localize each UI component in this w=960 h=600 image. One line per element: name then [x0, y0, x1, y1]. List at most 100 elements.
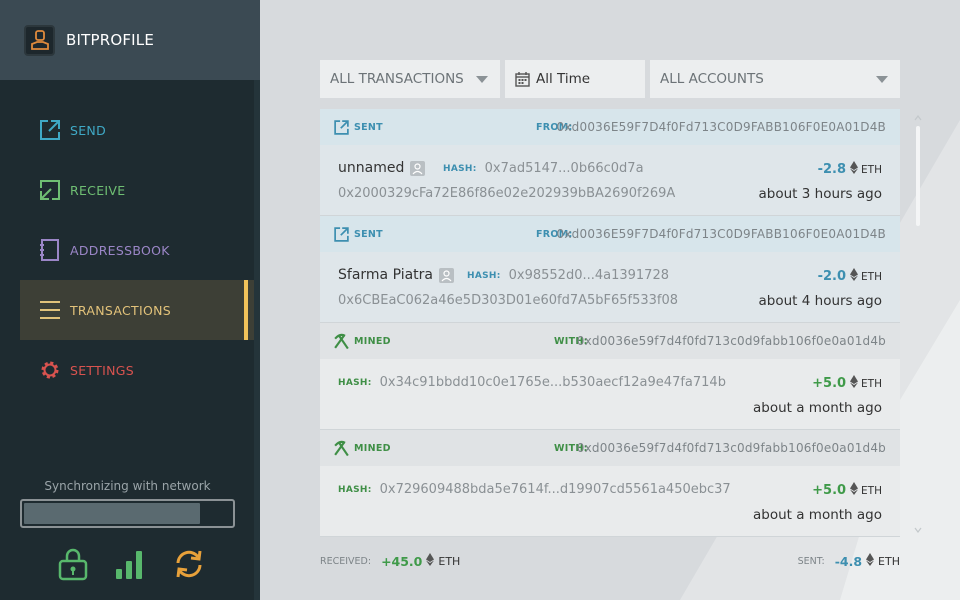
sent-value: -4.8	[834, 553, 863, 569]
hash-label: HASH:	[467, 270, 501, 281]
amount-value: +5.0	[812, 483, 847, 498]
transaction-row[interactable]: MINED WITH: 0xd0036e59f7d4f0fd713c0d9fab…	[320, 430, 900, 537]
transaction-kind: MINED	[354, 335, 391, 347]
sync-status: Synchronizing with network	[20, 479, 235, 528]
transaction-row[interactable]: SENT FROM: 0xd0036E59F7D4f0Fd713C0D9FABB…	[320, 109, 900, 216]
to-address[interactable]: 0x6CBEaC062a46e5D303D01e60fd7A5bF65f533f…	[338, 293, 678, 308]
sidebar-nav: SEND RECEIVE ADDRESSBOOK TRANSACTIONS SE…	[20, 100, 260, 400]
user-icon[interactable]	[439, 267, 454, 283]
sidebar-item-addressbook[interactable]: ADDRESSBOOK	[20, 220, 260, 280]
amount-value: -2.8	[817, 162, 847, 177]
sidebar-item-label: SEND	[70, 122, 107, 138]
timestamp: about a month ago	[752, 507, 882, 523]
totals-footer: RECEIVED: +45.0 ETH SENT: -4.8 ETH	[320, 553, 900, 573]
sent-unit: ETH	[878, 554, 900, 568]
with-address[interactable]: 0xd0036e59f7d4f0fd713c0d9fabb106f0e0a01d…	[577, 334, 886, 348]
send-icon	[332, 118, 350, 136]
transaction-row[interactable]: SENT FROM: 0xd0036E59F7D4f0Fd713C0D9FABB…	[320, 216, 900, 323]
amount: +5.0 ETH	[812, 482, 882, 499]
transactions-icon	[38, 298, 62, 322]
app-name: BITPROFILE	[66, 31, 155, 49]
chevron-down-icon	[476, 76, 488, 83]
calendar-icon	[515, 71, 530, 87]
send-icon	[332, 225, 350, 243]
settings-icon	[38, 358, 62, 382]
transaction-header: SENT FROM: 0xd0036E59F7D4f0Fd713C0D9FABB…	[320, 109, 900, 145]
amount: +5.0 ETH	[812, 375, 882, 392]
from-address[interactable]: 0xd0036E59F7D4f0Fd713C0D9FABB106F0E0A01D…	[557, 120, 886, 134]
eth-icon	[850, 161, 859, 178]
eth-icon	[850, 268, 859, 285]
transaction-body: Sfarma Piatra HASH: 0x98552d0...4a139172…	[320, 252, 900, 322]
sent-total: SENT: -4.8 ETH	[798, 553, 900, 569]
tx-hash[interactable]: 0x7ad5147...0b66c0d7a	[485, 161, 644, 176]
transaction-type-select[interactable]: ALL TRANSACTIONS	[320, 60, 500, 98]
hash-label: HASH:	[338, 377, 372, 388]
amount: -2.0 ETH	[818, 268, 882, 285]
signal-icon[interactable]	[114, 547, 148, 585]
eth-icon	[850, 482, 859, 499]
hash-line: HASH: 0x34c91bbdd10c0e1765e...b530aecf12…	[338, 375, 726, 390]
addressbook-icon	[38, 238, 62, 262]
send-icon	[38, 118, 62, 142]
sidebar-item-send[interactable]: SEND	[20, 100, 260, 160]
timestamp: about a month ago	[752, 400, 882, 416]
pickaxe-icon	[332, 439, 350, 457]
sidebar: BITPROFILE SEND RECEIVE ADDRESSBOOK TRAN…	[0, 0, 260, 600]
tx-hash[interactable]: 0x98552d0...4a1391728	[509, 268, 669, 283]
sidebar-scrollbar[interactable]	[254, 80, 260, 600]
recipient-name: unnamed	[338, 160, 426, 176]
eth-icon	[426, 553, 435, 569]
recipient-name-text: unnamed	[338, 160, 405, 176]
brand-header: BITPROFILE	[0, 0, 260, 80]
refresh-icon[interactable]	[172, 547, 206, 585]
transaction-kind: SENT	[354, 121, 383, 133]
sync-text: Synchronizing with network	[44, 479, 211, 493]
transaction-kind: MINED	[354, 442, 391, 454]
pickaxe-icon	[332, 332, 350, 350]
time-range-input[interactable]: All Time	[505, 60, 645, 98]
transaction-type-value: ALL TRANSACTIONS	[330, 71, 464, 87]
hash-line: HASH: 0x98552d0...4a1391728	[467, 268, 669, 283]
transaction-body: HASH: 0x729609488bda5e7614f...d19907cd55…	[320, 466, 900, 536]
with-address[interactable]: 0xd0036e59f7d4f0fd713c0d9fabb106f0e0a01d…	[577, 441, 886, 455]
to-address[interactable]: 0x2000329cFa72E86f86e02e202939bBA2690f26…	[338, 186, 675, 201]
amount-value: -2.0	[817, 269, 847, 284]
sent-label: SENT:	[797, 555, 825, 567]
lock-icon[interactable]	[56, 547, 90, 585]
accounts-value: ALL ACCOUNTS	[660, 71, 764, 87]
sidebar-item-settings[interactable]: SETTINGS	[20, 340, 260, 400]
transaction-body: unnamed HASH: 0x7ad5147...0b66c0d7a 0x20…	[320, 145, 900, 215]
accounts-select[interactable]: ALL ACCOUNTS	[650, 60, 900, 98]
status-icons	[56, 547, 206, 585]
filter-bar: ALL TRANSACTIONS All Time ALL ACCOUNTS	[320, 60, 900, 98]
eth-icon	[850, 375, 859, 392]
hash-line: HASH: 0x729609488bda5e7614f...d19907cd55…	[338, 482, 731, 497]
from-address[interactable]: 0xd0036E59F7D4f0Fd713C0D9FABB106F0E0A01D…	[557, 227, 886, 241]
amount: -2.8 ETH	[818, 161, 882, 178]
sidebar-item-receive[interactable]: RECEIVE	[20, 160, 260, 220]
sync-progress-bar	[20, 499, 235, 528]
transaction-row[interactable]: MINED WITH: 0xd0036e59f7d4f0fd713c0d9fab…	[320, 323, 900, 430]
transaction-kind: SENT	[354, 228, 383, 240]
sidebar-item-transactions[interactable]: TRANSACTIONS	[20, 280, 260, 340]
sidebar-item-label: TRANSACTIONS	[70, 302, 171, 318]
hash-label: HASH:	[443, 163, 477, 174]
receive-icon	[38, 178, 62, 202]
recipient-name: Sfarma Piatra	[338, 267, 454, 283]
time-range-value: All Time	[536, 71, 591, 87]
amount-unit: ETH	[861, 163, 882, 176]
profile-icon	[30, 30, 49, 50]
tx-hash[interactable]: 0x34c91bbdd10c0e1765e...b530aecf12a9e47f…	[380, 375, 726, 390]
timestamp: about 3 hours ago	[758, 186, 882, 202]
transaction-body: HASH: 0x34c91bbdd10c0e1765e...b530aecf12…	[320, 359, 900, 429]
tx-hash[interactable]: 0x729609488bda5e7614f...d19907cd5561a450…	[380, 482, 731, 497]
avatar[interactable]	[24, 24, 55, 56]
user-icon[interactable]	[410, 160, 426, 176]
recipient-name-text: Sfarma Piatra	[338, 267, 433, 283]
list-scrollbar[interactable]	[914, 112, 922, 536]
chevron-down-icon	[876, 76, 888, 83]
sidebar-item-label: ADDRESSBOOK	[70, 242, 170, 258]
received-unit: ETH	[438, 554, 461, 568]
transaction-header: MINED WITH: 0xd0036e59f7d4f0fd713c0d9fab…	[320, 430, 900, 466]
